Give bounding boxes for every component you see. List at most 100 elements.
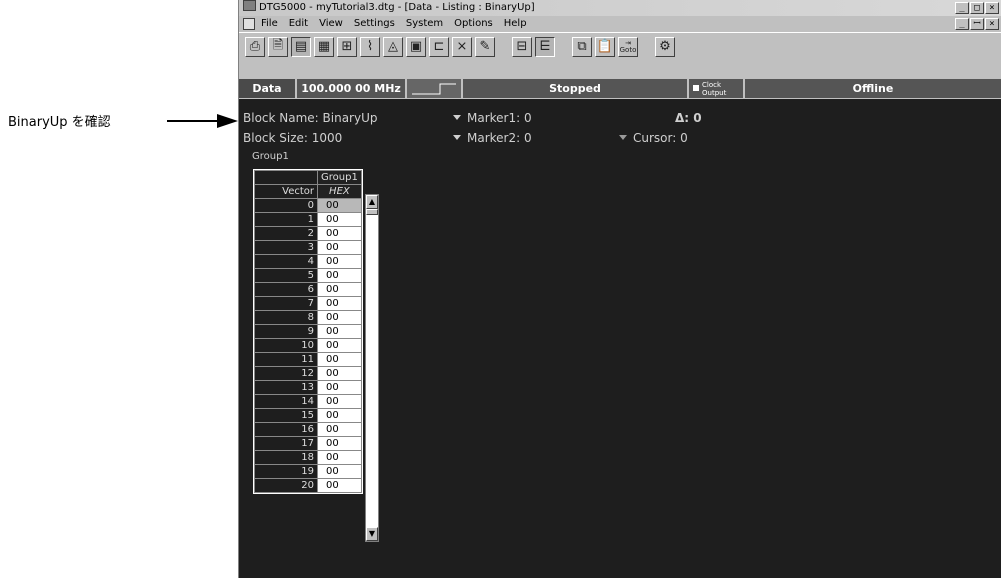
waveform-view-icon[interactable]: ⌇ [360, 36, 380, 57]
table-row[interactable]: 6 00 [254, 282, 362, 297]
hex-value-cell[interactable]: 00 [317, 450, 362, 465]
scroll-thumb[interactable] [366, 209, 378, 215]
hex-value-cell[interactable]: 00 [317, 198, 362, 213]
goto-icon[interactable]: ⇥ Goto [618, 36, 638, 57]
table-row[interactable]: 13 00 [254, 380, 362, 395]
cursor-dropdown-icon[interactable] [619, 135, 627, 140]
table-row[interactable]: 11 00 [254, 352, 362, 367]
print-preview-icon[interactable]: 🗎 [268, 36, 288, 57]
table-row[interactable]: 17 00 [254, 436, 362, 451]
vector-index: 20 [254, 478, 318, 493]
table-row[interactable]: 5 00 [254, 268, 362, 283]
table-row[interactable]: 4 00 [254, 254, 362, 269]
hex-value-cell[interactable]: 00 [317, 352, 362, 367]
print-icon[interactable]: ⎙ [245, 36, 265, 57]
frequency-display[interactable]: 100.000 00 MHz [297, 79, 407, 98]
block-size: Block Size: 1000 [243, 131, 343, 145]
properties-icon[interactable]: ⚙ [655, 36, 675, 57]
hex-value-cell[interactable]: 00 [317, 380, 362, 395]
hex-value-cell[interactable]: 00 [317, 422, 362, 437]
hex-value-cell[interactable]: 00 [317, 240, 362, 255]
block-name[interactable]: Block Name: BinaryUp [243, 111, 378, 125]
hex-value-cell[interactable]: 00 [317, 254, 362, 269]
table-row[interactable]: 7 00 [254, 296, 362, 311]
doc-restore-button[interactable]: ꟷ [970, 18, 984, 30]
menu-view[interactable]: View [319, 16, 343, 32]
hex-value-cell[interactable]: 00 [317, 436, 362, 451]
document-icon[interactable] [243, 18, 255, 30]
connection-status: Offline [745, 79, 1001, 98]
run-state[interactable]: Stopped [463, 79, 689, 98]
table-row[interactable]: 1 00 [254, 212, 362, 227]
listing-view-icon[interactable]: ▤ [291, 36, 311, 57]
close-button[interactable]: × [985, 2, 999, 14]
table-row[interactable]: 9 00 [254, 324, 362, 339]
menu-help[interactable]: Help [504, 16, 527, 32]
vector-index: 0 [254, 198, 318, 213]
marker1-field[interactable]: Marker1: 0 [453, 111, 532, 125]
vertical-scrollbar[interactable]: ▲ ▼ [365, 194, 379, 542]
delete-icon[interactable]: ⨯ [452, 36, 472, 57]
clock-waveform-icon [407, 79, 463, 98]
table-corner [254, 170, 318, 185]
vector-index: 2 [254, 226, 318, 241]
paste-icon[interactable]: 📋 [595, 36, 615, 57]
vector-index: 7 [254, 296, 318, 311]
hex-value-cell[interactable]: 00 [317, 464, 362, 479]
block-icon[interactable]: ▣ [406, 36, 426, 57]
table-row[interactable]: 0 00 [254, 198, 362, 213]
table-row[interactable]: 10 00 [254, 338, 362, 353]
group-icon[interactable]: ⊟ [512, 36, 532, 57]
table-row[interactable]: 16 00 [254, 422, 362, 437]
maximize-button[interactable]: □ [970, 2, 984, 14]
hex-value-cell[interactable]: 00 [317, 226, 362, 241]
hex-value-cell[interactable]: 00 [317, 366, 362, 381]
table-row[interactable]: 12 00 [254, 366, 362, 381]
pattern-icon[interactable]: ◬ [383, 36, 403, 57]
table-row[interactable]: 19 00 [254, 464, 362, 479]
hex-value-cell[interactable]: 00 [317, 296, 362, 311]
vector-header: Vector [254, 184, 318, 199]
hex-value-cell[interactable]: 00 [317, 338, 362, 353]
hex-value-cell[interactable]: 00 [317, 394, 362, 409]
column-group-header[interactable]: Group1 [317, 170, 362, 185]
hex-value-cell[interactable]: 00 [317, 268, 362, 283]
hex-value-cell[interactable]: 00 [317, 324, 362, 339]
menu-file[interactable]: File [261, 16, 278, 32]
table-row[interactable]: 14 00 [254, 394, 362, 409]
menu-settings[interactable]: Settings [354, 16, 395, 32]
scroll-up-button[interactable]: ▲ [366, 195, 378, 209]
hex-value-cell[interactable]: 00 [317, 282, 362, 297]
menu-system[interactable]: System [406, 16, 443, 32]
marker2-field[interactable]: Marker2: 0 [453, 131, 532, 145]
table-row[interactable]: 18 00 [254, 450, 362, 465]
edit-icon[interactable]: ✎ [475, 36, 495, 57]
marker2-dropdown-icon[interactable] [453, 135, 461, 140]
hex-value-cell[interactable]: 00 [317, 408, 362, 423]
hex-value-cell[interactable]: 00 [317, 212, 362, 227]
clock-output-checkbox[interactable] [693, 85, 699, 91]
bus-icon[interactable]: ⋿ [535, 36, 555, 57]
cursor-field[interactable]: Cursor: 0 [619, 131, 688, 145]
table-row[interactable]: 8 00 [254, 310, 362, 325]
delta-readout: Δ: 0 [675, 111, 702, 125]
format-header[interactable]: HEX [317, 184, 362, 199]
clock-output-toggle[interactable]: Clock Output [689, 79, 745, 98]
scroll-down-button[interactable]: ▼ [366, 527, 378, 541]
minimize-button[interactable]: _ [955, 2, 969, 14]
table-row[interactable]: 15 00 [254, 408, 362, 423]
menu-options[interactable]: Options [454, 16, 493, 32]
hex-value-cell[interactable]: 00 [317, 310, 362, 325]
copy-icon[interactable]: ⧉ [572, 36, 592, 57]
menu-edit[interactable]: Edit [289, 16, 308, 32]
table-row[interactable]: 20 00 [254, 478, 362, 493]
timing-view-icon[interactable]: ⊞ [337, 36, 357, 57]
sequence-icon[interactable]: ⊏ [429, 36, 449, 57]
doc-minimize-button[interactable]: _ [955, 18, 969, 30]
doc-close-button[interactable]: × [985, 18, 999, 30]
hex-value-cell[interactable]: 00 [317, 478, 362, 493]
table-row[interactable]: 3 00 [254, 240, 362, 255]
table-row[interactable]: 2 00 [254, 226, 362, 241]
marker1-dropdown-icon[interactable] [453, 115, 461, 120]
grid-view-icon[interactable]: ▦ [314, 36, 334, 57]
